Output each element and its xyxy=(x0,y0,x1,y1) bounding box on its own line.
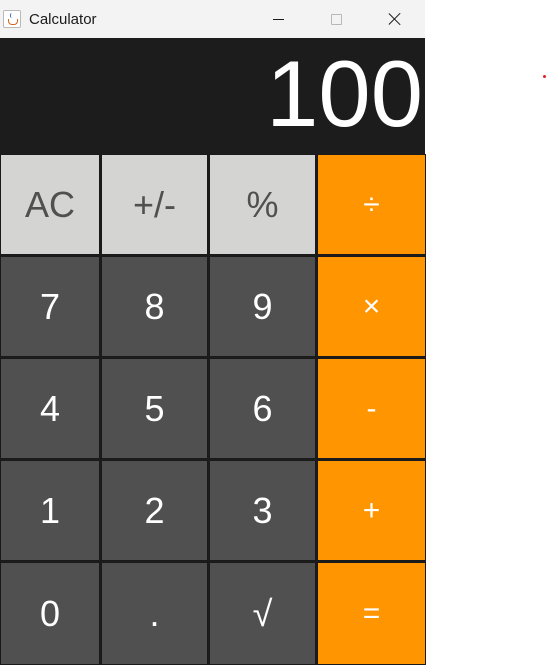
digit-0-button[interactable]: 0 xyxy=(0,562,100,665)
title-bar[interactable]: Calculator xyxy=(0,0,425,38)
digit-1-button[interactable]: 1 xyxy=(0,460,100,561)
equals-button[interactable]: = xyxy=(317,562,426,665)
digit-5-button[interactable]: 5 xyxy=(101,358,208,459)
close-icon xyxy=(388,12,402,26)
decimal-point-button[interactable]: . xyxy=(101,562,208,665)
window-title: Calculator xyxy=(29,10,97,28)
keypad: AC +/- % ÷ 7 8 9 × 4 5 6 - 1 2 3 + 0 . √… xyxy=(0,154,426,665)
toggle-sign-button[interactable]: +/- xyxy=(101,154,208,255)
display-value: 100 xyxy=(266,41,423,146)
digit-4-button[interactable]: 4 xyxy=(0,358,100,459)
digit-2-button[interactable]: 2 xyxy=(101,460,208,561)
calculator-window: Calculator 100 AC +/- % ÷ 7 8 9 × 4 5 6 … xyxy=(0,0,426,665)
clear-button[interactable]: AC xyxy=(0,154,100,255)
digit-9-button[interactable]: 9 xyxy=(209,256,316,357)
add-button[interactable]: + xyxy=(317,460,426,561)
digit-3-button[interactable]: 3 xyxy=(209,460,316,561)
digit-7-button[interactable]: 7 xyxy=(0,256,100,357)
java-app-icon xyxy=(3,10,21,28)
minimize-button[interactable] xyxy=(249,0,307,38)
calculator-display: 100 xyxy=(0,38,425,154)
multiply-button[interactable]: × xyxy=(317,256,426,357)
minimize-icon xyxy=(272,18,284,20)
percent-button[interactable]: % xyxy=(209,154,316,255)
close-button[interactable] xyxy=(366,0,424,38)
maximize-button[interactable] xyxy=(307,0,365,38)
square-root-button[interactable]: √ xyxy=(209,562,316,665)
digit-8-button[interactable]: 8 xyxy=(101,256,208,357)
divide-button[interactable]: ÷ xyxy=(317,154,426,255)
maximize-icon xyxy=(330,13,342,25)
digit-6-button[interactable]: 6 xyxy=(209,358,316,459)
cursor-dot xyxy=(543,75,546,78)
subtract-button[interactable]: - xyxy=(317,358,426,459)
